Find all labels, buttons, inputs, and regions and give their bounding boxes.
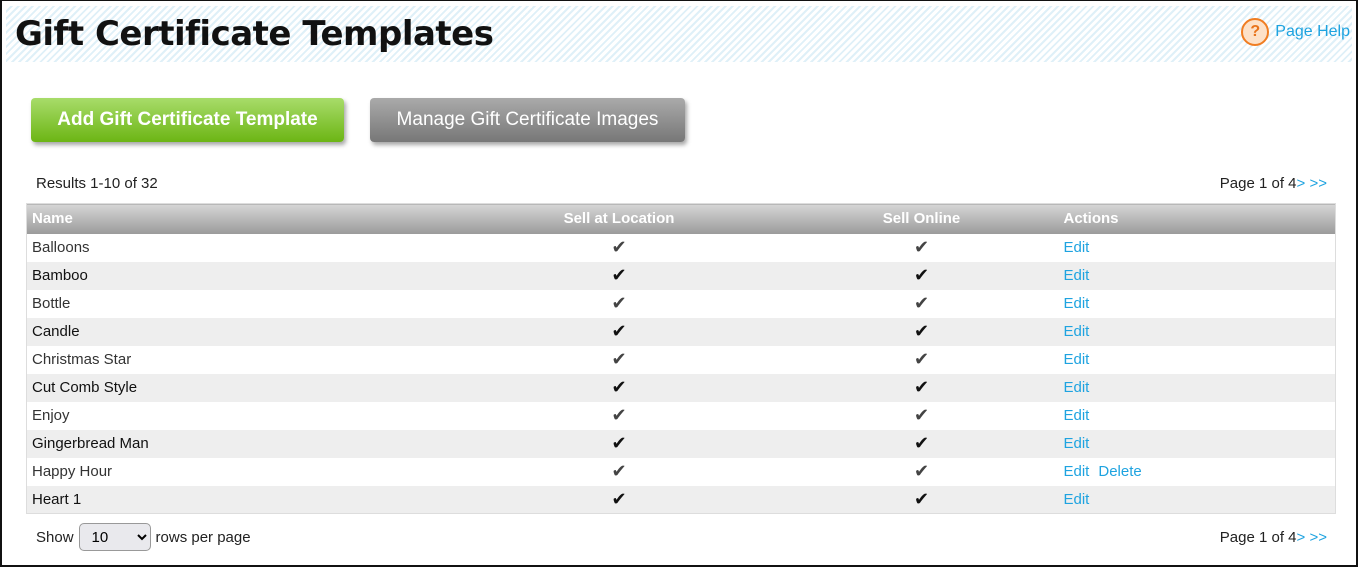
template-name: Bamboo: [26, 261, 537, 290]
check-icon: ✔: [611, 461, 627, 481]
check-icon: ✔: [913, 461, 930, 481]
check-icon: ✔: [611, 293, 627, 313]
column-actions: Actions: [981, 203, 1336, 234]
edit-link[interactable]: Edit: [1064, 435, 1090, 452]
check-icon: ✔: [536, 429, 702, 458]
template-name: Enjoy: [32, 407, 70, 424]
edit-link[interactable]: Edit: [1064, 323, 1090, 340]
template-name: Candle: [26, 317, 537, 346]
check-icon: ✔: [913, 349, 930, 369]
check-icon: ✔: [611, 349, 627, 369]
table-row: Bottle ✔ ✔ Edit: [27, 290, 1336, 318]
check-icon: ✔: [913, 237, 930, 257]
results-count: Results 1-10 of 32: [36, 175, 158, 192]
template-name: Gingerbread Man: [26, 429, 537, 458]
edit-link[interactable]: Edit: [1064, 295, 1090, 312]
check-icon: ✔: [611, 237, 627, 257]
rows-per-page-select[interactable]: 10: [78, 523, 151, 551]
table-row: Balloons ✔ ✔ Edit: [27, 234, 1336, 262]
check-icon: ✔: [861, 485, 982, 514]
check-icon: ✔: [913, 405, 930, 425]
check-icon: ✔: [861, 429, 982, 458]
page-help-link[interactable]: ? Page Help: [1241, 18, 1350, 46]
column-sell-at-location: Sell at Location: [536, 203, 702, 234]
table-row: Bamboo ✔ ✔ Edit: [26, 261, 1336, 290]
table-row: Cut Comb Style ✔ ✔ Edit: [26, 373, 1336, 402]
table-row: Christmas Star ✔ ✔ Edit: [27, 346, 1336, 374]
table-row: Gingerbread Man ✔ ✔ Edit: [26, 429, 1336, 458]
edit-link[interactable]: Edit: [1064, 267, 1090, 284]
table-row: Enjoy ✔ ✔ Edit: [27, 402, 1336, 430]
table-row: Happy Hour ✔ ✔ Edit Delete: [27, 458, 1336, 486]
edit-link[interactable]: Edit: [1064, 239, 1090, 256]
template-name: Heart 1: [26, 485, 537, 514]
template-name: Bottle: [32, 295, 71, 312]
edit-link[interactable]: Edit: [1064, 491, 1090, 508]
next-page-link[interactable]: >: [1297, 175, 1306, 192]
show-label: Show: [36, 528, 74, 546]
manage-images-button[interactable]: Manage Gift Certificate Images: [370, 98, 685, 142]
page-indicator: Page 1 of 4: [1219, 175, 1297, 192]
template-name: Balloons: [32, 239, 90, 256]
table-row: Candle ✔ ✔ Edit: [26, 317, 1336, 346]
check-icon: ✔: [861, 317, 982, 346]
next-page-link[interactable]: >: [1297, 529, 1306, 546]
check-icon: ✔: [913, 293, 930, 313]
delete-link[interactable]: Delete: [1098, 463, 1141, 480]
last-page-link[interactable]: >>: [1309, 529, 1327, 546]
column-sell-online: Sell Online: [861, 203, 982, 234]
rows-per-page-control: Show 10 rows per page: [36, 523, 251, 551]
spacer: [701, 203, 862, 234]
check-icon: ✔: [536, 373, 702, 402]
page-indicator: Page 1 of 4: [1219, 529, 1297, 546]
template-name: Happy Hour: [32, 463, 113, 480]
pager-bottom: Page 1 of 4> >>: [1220, 529, 1327, 546]
edit-link[interactable]: Edit: [1064, 407, 1090, 424]
add-template-button[interactable]: Add Gift Certificate Template: [31, 98, 344, 142]
last-page-link[interactable]: >>: [1309, 175, 1327, 192]
template-name: Christmas Star: [32, 351, 132, 368]
edit-link[interactable]: Edit: [1064, 379, 1090, 396]
check-icon: ✔: [861, 373, 982, 402]
question-circle-icon: ?: [1241, 18, 1270, 46]
check-icon: ✔: [861, 261, 982, 290]
table-row: Heart 1 ✔ ✔ Edit: [26, 485, 1336, 514]
edit-link[interactable]: Edit: [1064, 351, 1090, 368]
page-title: Gift Certificate Templates: [15, 14, 494, 54]
check-icon: ✔: [536, 261, 702, 290]
column-name: Name: [26, 203, 537, 234]
rows-suffix-label: rows per page: [155, 528, 251, 546]
page-help-label: Page Help: [1275, 23, 1350, 40]
check-icon: ✔: [536, 485, 702, 514]
check-icon: ✔: [611, 405, 627, 425]
templates-table: Name Sell at Location Sell Online Action…: [26, 203, 1336, 514]
check-icon: ✔: [536, 317, 702, 346]
pager-top: Page 1 of 4> >>: [1220, 175, 1327, 192]
edit-link[interactable]: Edit: [1064, 463, 1090, 480]
template-name: Cut Comb Style: [26, 373, 537, 402]
